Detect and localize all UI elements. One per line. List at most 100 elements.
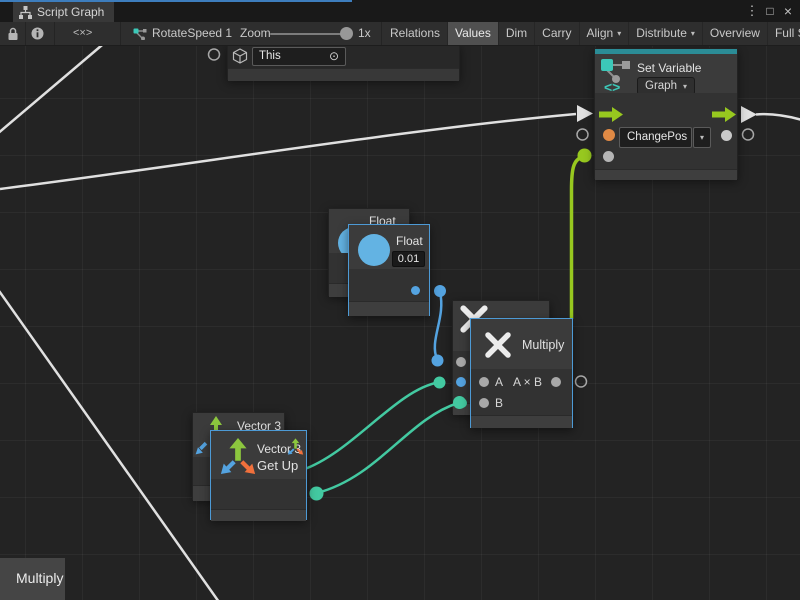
toolbar-separator [54,22,55,45]
wire-variable-value [572,157,584,319]
wire-endpoint-float-end[interactable] [432,355,444,367]
input-port[interactable] [456,357,466,367]
lock-icon[interactable] [7,27,19,41]
wire-endpoint-float-start[interactable] [434,285,446,297]
close-icon[interactable]: × [780,0,796,22]
empty-port-ring-setvar-left[interactable] [577,129,588,140]
getup-footer [211,509,306,521]
flow-output-arrow-icon[interactable] [712,107,736,122]
variable-name-value: ChangePos [627,131,687,143]
maximize-icon[interactable]: □ [762,0,778,22]
empty-port-ring-this[interactable] [209,49,220,60]
wire-vector-ghost [302,383,438,471]
this-footer [228,68,459,81]
zoom-value: 1x [358,22,371,45]
zoom-slider-handle[interactable] [340,27,353,40]
wire-arrowhead-in [577,105,593,122]
wire-flow-into-setvariable [0,114,576,189]
values-button[interactable]: Values [448,22,499,45]
getup-body [211,479,306,509]
overview-button[interactable]: Overview [703,22,768,45]
wire-flow-out-right [756,114,800,120]
breadcrumb[interactable]: RotateSpeed 1 [152,22,232,45]
vector3-output-port-icon[interactable] [287,438,304,455]
empty-port-ring-multiply-out[interactable] [576,376,587,387]
empty-port-ring-setvar-right[interactable] [743,129,754,140]
fullscreen-button[interactable]: Full Screen [768,22,800,45]
graph-canvas[interactable]: Float Vector 3 [0,0,800,600]
toolbar-separator [381,22,382,45]
align-dropdown-button[interactable]: Align▾ [580,22,630,45]
wire-float-value [435,292,441,359]
node-get-up[interactable]: Vector 3 Get Up [210,430,307,520]
carry-button[interactable]: Carry [535,22,579,45]
this-field-value: This [259,48,281,65]
scope-label: Graph [645,80,677,92]
distribute-dropdown-button[interactable]: Distribute▾ [629,22,703,45]
port-b-label: B [495,396,503,410]
node-subtitle: Get Up [257,458,298,473]
info-icon[interactable] [31,27,44,40]
flow-input-arrow-icon[interactable] [599,107,623,122]
wire-endpoint-vector-ghost[interactable] [434,377,446,389]
float-value-input[interactable]: 0.01 [392,251,425,267]
toolbar-separator [25,22,26,45]
this-object-field[interactable]: This ⊙ [252,47,346,66]
multiply-x-icon [483,330,513,360]
zoom-label: Zoom [240,22,271,45]
kebab-menu-icon[interactable]: ⋮ [744,0,760,22]
wire-arrowhead-out [741,106,757,123]
dim-button[interactable]: Dim [499,22,535,45]
toolbar-buttons: Relations Values Dim Carry Align▾ Distri… [383,22,800,45]
set-variable-icon: <> [600,57,632,93]
float-body [349,269,429,301]
wire-endpoint-vector-start[interactable] [310,487,324,501]
node-float[interactable]: Float 0.01 [348,224,430,316]
multiply-footer [471,415,572,428]
wire-vector-value [317,403,458,493]
input-port-vector[interactable] [457,398,467,408]
graph-toolbar: <×> RotateSpeed 1 Zoom 1x Relations Valu… [0,22,800,46]
float-circle-icon [358,234,390,266]
wire-endpoint-lime[interactable] [578,149,592,163]
node-title: Set Variable [637,61,701,75]
variable-name-dropdown-button[interactable]: ▾ [693,127,711,148]
vector3-downleft-arrow-icon [194,440,210,456]
target-picker-icon[interactable]: ⊙ [329,48,339,65]
window-tab-bar: ⋮ □ × [0,0,800,22]
tab-script-graph[interactable]: Script Graph [13,2,114,22]
node-title: Multiply [16,570,63,586]
relations-button[interactable]: Relations [383,22,448,45]
variable-name-port[interactable] [603,129,615,141]
input-value-port[interactable] [603,151,614,162]
chevron-down-icon: ▾ [691,22,695,45]
chevron-down-icon: ▾ [700,133,704,142]
graph-breadcrumb-icon [133,28,147,40]
port-result-label: A × B [513,375,542,389]
node-multiply[interactable]: Multiply A A × B B [470,318,573,428]
float-output-port[interactable] [411,286,420,295]
chevron-down-icon: ▾ [617,22,621,45]
input-port-float[interactable] [456,377,466,387]
node-title: Float [396,234,423,248]
port-result[interactable] [551,377,561,387]
port-a[interactable] [479,377,489,387]
node-set-variable[interactable]: <> Set Variable Graph ▾ ChangePos ▾ [594,48,738,179]
focused-window-accent [0,0,352,2]
float-footer [349,301,429,316]
set-variable-footer [595,169,737,180]
node-multiply-corner[interactable]: Multiply [0,558,65,600]
wire-flow-bottomleft [0,288,219,600]
port-b[interactable] [479,398,489,408]
node-this[interactable]: This ⊙ [227,44,460,80]
code-view-icon[interactable]: <×> [73,22,92,45]
cube-icon [232,48,248,64]
vector3-arrows-icon [219,436,257,476]
output-value-port[interactable] [721,130,732,141]
wire-flow-topleft [0,40,108,135]
port-a-label: A [495,375,503,389]
variable-name-dropdown[interactable]: ChangePos [619,127,692,148]
tab-title: Script Graph [37,5,104,19]
node-title: Multiply [522,338,564,352]
graph-hierarchy-icon [19,6,32,19]
